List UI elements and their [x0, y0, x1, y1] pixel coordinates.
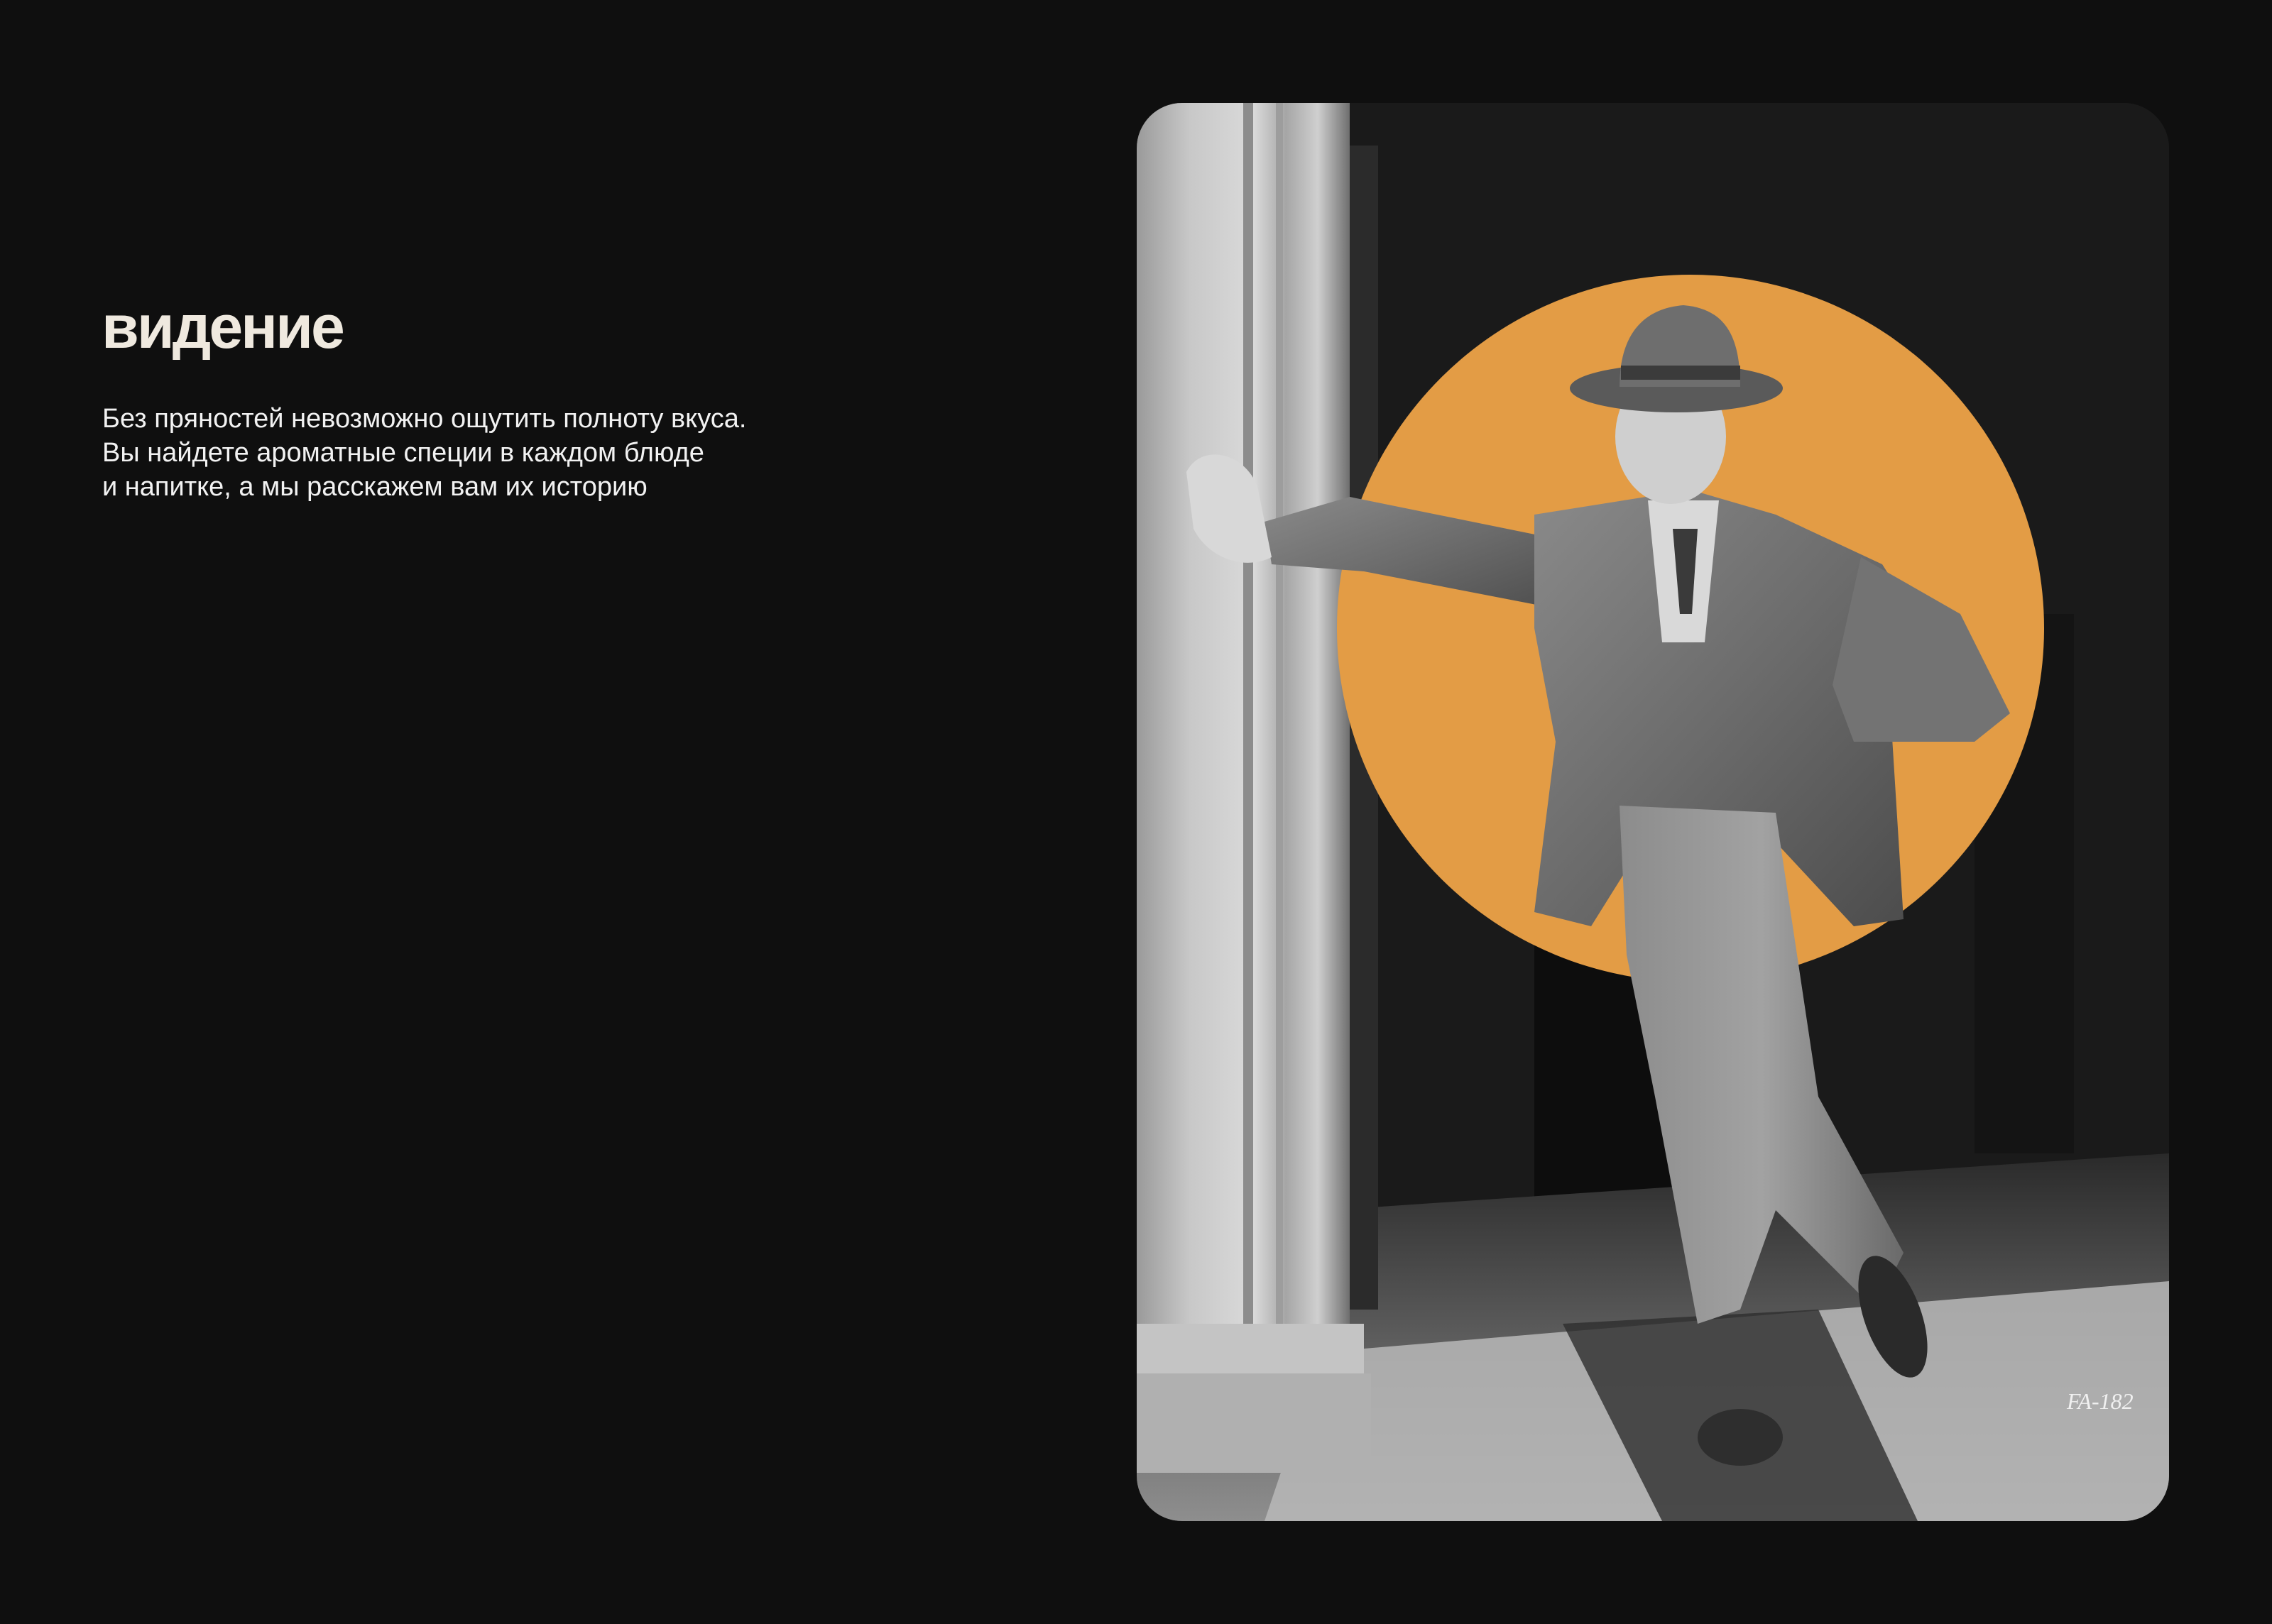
pillar-groove [1276, 103, 1283, 1473]
vintage-photo: FA-182 [1137, 103, 2169, 1521]
description-line-2: Вы найдете ароматные специи в каждом блю… [102, 438, 704, 468]
description: Без пряностей невозможно ощутить полноту… [102, 402, 883, 504]
pillar-plinth [1137, 1373, 1371, 1473]
pillar-groove [1243, 103, 1253, 1473]
photo-illustration: FA-182 [1137, 103, 2169, 1521]
pillar-base [1137, 1324, 1364, 1373]
page: видение Без пряностей невозможно ощутить… [0, 0, 2272, 1624]
page-title: видение [102, 293, 345, 361]
description-line-3: и напитке, а мы расскажем вам их историю [102, 472, 648, 502]
photo-caption: FA-182 [2066, 1388, 2134, 1414]
description-line-1: Без пряностей невозможно ощутить полноту… [102, 404, 747, 434]
